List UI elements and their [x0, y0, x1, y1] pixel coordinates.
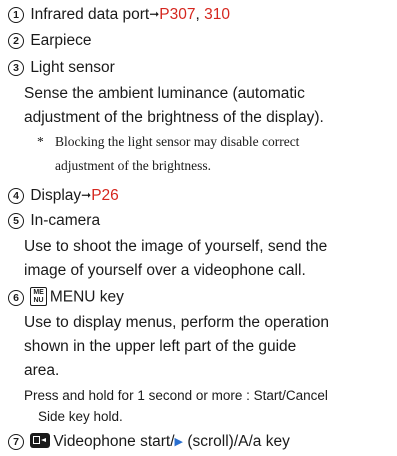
page-link[interactable]: P26 [91, 187, 119, 204]
item-description: image of yourself over a videophone call… [24, 262, 306, 279]
arrow-icon: ➞ [149, 7, 160, 21]
item-description: Use to shoot the image of yourself, send… [24, 238, 328, 255]
hold-note: Side key hold. [38, 409, 123, 424]
separator: , [195, 6, 205, 23]
item-description: adjustment of the brightness of the disp… [24, 109, 324, 126]
item-label: Display [30, 187, 82, 204]
item-label: Videophone start/ [53, 433, 175, 450]
page-link[interactable]: P307 [159, 6, 195, 23]
page-link[interactable]: 310 [204, 6, 230, 23]
item-description: area. [24, 362, 60, 379]
number-badge: 2 [8, 33, 24, 49]
item-6: 6 ME NU MENU key [8, 287, 124, 308]
item-label: Light sensor [30, 59, 115, 76]
item-5: 5 In-camera [8, 211, 100, 231]
number-badge: 5 [8, 213, 24, 229]
note-text: Blocking the light sensor may disable co… [55, 134, 300, 149]
item-label: Earpiece [30, 32, 92, 49]
number-badge: 3 [8, 60, 24, 76]
item-description: shown in the upper left part of the guid… [24, 338, 297, 355]
item-description: Use to display menus, perform the operat… [24, 314, 329, 331]
number-badge: 6 [8, 289, 24, 306]
item-7: 7 Videophone start/▶ (scroll)/A/a key [8, 432, 290, 452]
item-3: 3 Light sensor [8, 58, 115, 78]
scroll-right-icon: ▶ [174, 436, 184, 448]
number-badge: 7 [8, 434, 24, 450]
item-2: 2 Earpiece [8, 31, 92, 51]
videophone-key-icon [30, 433, 51, 448]
item-label: In-camera [30, 212, 101, 229]
number-badge: 4 [8, 188, 24, 204]
hold-note: Press and hold for 1 second or more : St… [24, 388, 328, 403]
arrow-icon: ➞ [81, 188, 92, 202]
item-label: MENU key [49, 288, 124, 306]
item-label: Infrared data port [30, 6, 150, 23]
menu-key-icon: ME NU [30, 287, 47, 306]
item-1: 1 Infrared data port➞P307, 310 [8, 4, 230, 25]
number-badge: 1 [8, 7, 24, 23]
item-4: 4 Display➞P26 [8, 185, 119, 206]
item-label: (scroll)/A/a key [183, 433, 290, 450]
note-text: adjustment of the brightness. [55, 158, 211, 173]
note-mark: * [37, 134, 44, 149]
item-description: Sense the ambient luminance (automatic [24, 85, 305, 102]
